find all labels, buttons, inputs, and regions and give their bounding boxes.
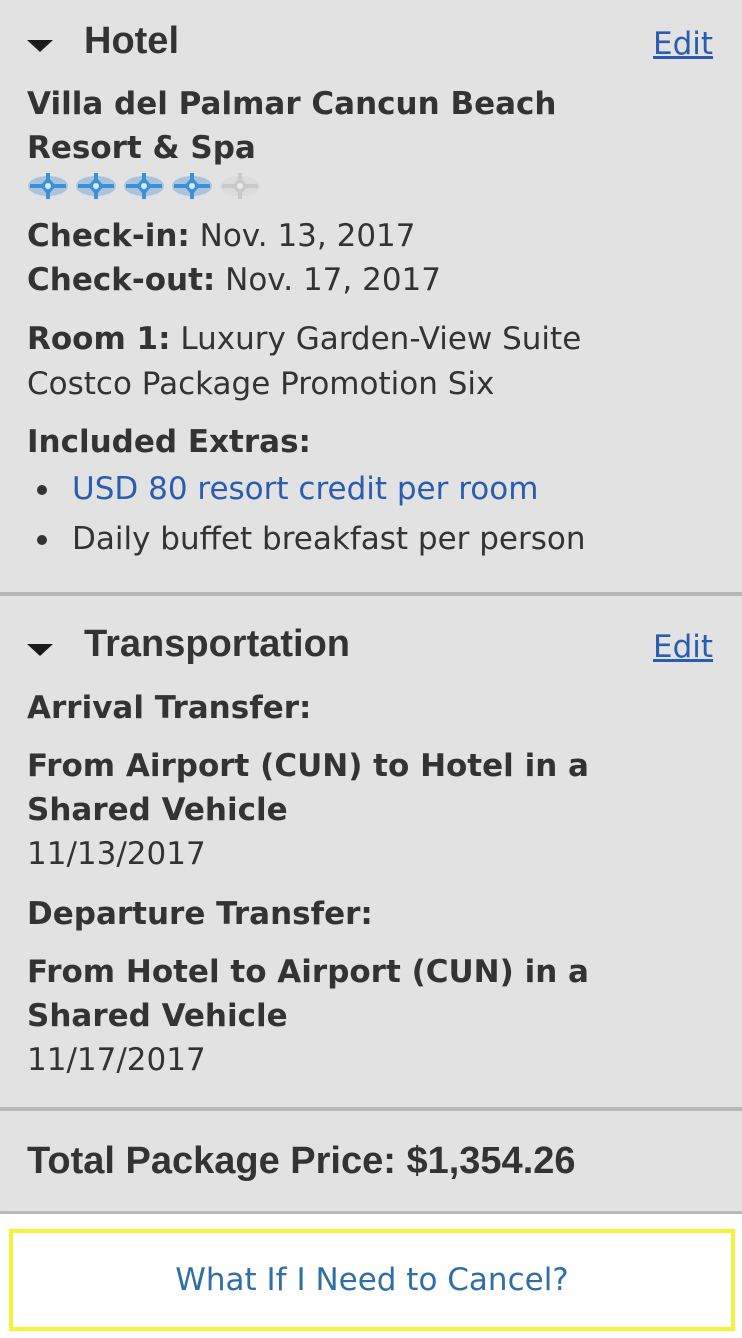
arrival-line2: Shared Vehicle xyxy=(27,792,288,828)
departure-line1: From Hotel to Airport (CUN) in a xyxy=(27,954,589,990)
extra-breakfast: Daily buffet breakfast per person xyxy=(72,521,586,557)
cancel-info-label[interactable]: What If I Need to Cancel? xyxy=(175,1262,569,1298)
hotel-name-line2: Resort & Spa xyxy=(27,130,256,166)
transportation-edit-link[interactable]: Edit xyxy=(653,629,713,665)
room-value: Luxury Garden-View Suite xyxy=(180,321,582,357)
total-label: Total Package Price: xyxy=(27,1140,396,1182)
checkin-value: Nov. 13, 2017 xyxy=(199,218,416,254)
arrival-label: Arrival Transfer: xyxy=(27,690,312,726)
total-section: Total Package Price: $1,354.26 xyxy=(0,1110,742,1211)
room-row: Room 1: Luxury Garden-View Suite xyxy=(27,317,581,361)
panel-bottom-border xyxy=(0,1211,742,1214)
star-icon xyxy=(171,171,213,201)
checkout-value: Nov. 17, 2017 xyxy=(225,262,442,298)
checkout-row: Check-out: Nov. 17, 2017 xyxy=(27,258,441,302)
cancel-info-button[interactable]: What If I Need to Cancel? xyxy=(9,1229,735,1331)
transportation-section-title[interactable]: Transportation xyxy=(84,623,350,666)
hotel-edit-link[interactable]: Edit xyxy=(653,26,713,62)
caret-down-icon[interactable] xyxy=(27,644,53,656)
departure-label: Departure Transfer: xyxy=(27,896,373,932)
booking-summary-panel: Hotel Edit Villa del Palmar Cancun Beach… xyxy=(0,0,742,1214)
star-rating xyxy=(27,171,261,201)
checkout-label: Check-out: xyxy=(27,262,216,298)
arrival-date: 11/13/2017 xyxy=(27,836,206,872)
extras-label: Included Extras: xyxy=(27,424,311,460)
star-icon xyxy=(123,171,165,201)
departure-date: 11/17/2017 xyxy=(27,1042,206,1078)
transportation-section: Transportation Edit Arrival Transfer: Fr… xyxy=(0,596,742,1107)
caret-down-icon[interactable] xyxy=(27,40,53,52)
star-icon xyxy=(219,171,261,201)
checkin-row: Check-in: Nov. 13, 2017 xyxy=(27,214,416,258)
bullet-icon xyxy=(37,485,47,495)
star-icon xyxy=(27,171,69,201)
arrival-line1: From Airport (CUN) to Hotel in a xyxy=(27,748,589,784)
total-price-row: Total Package Price: $1,354.26 xyxy=(27,1140,576,1183)
promotion-text: Costco Package Promotion Six xyxy=(27,366,495,402)
room-label: Room 1: xyxy=(27,321,171,357)
extra-resort-credit-link[interactable]: USD 80 resort credit per room xyxy=(72,467,538,511)
bullet-icon xyxy=(37,535,47,545)
checkin-label: Check-in: xyxy=(27,218,190,254)
hotel-name-line1: Villa del Palmar Cancun Beach xyxy=(27,86,557,122)
departure-line2: Shared Vehicle xyxy=(27,998,288,1034)
star-icon xyxy=(75,171,117,201)
total-value: $1,354.26 xyxy=(406,1140,576,1182)
hotel-section-title[interactable]: Hotel xyxy=(84,20,179,63)
hotel-section: Hotel Edit Villa del Palmar Cancun Beach… xyxy=(0,0,742,592)
